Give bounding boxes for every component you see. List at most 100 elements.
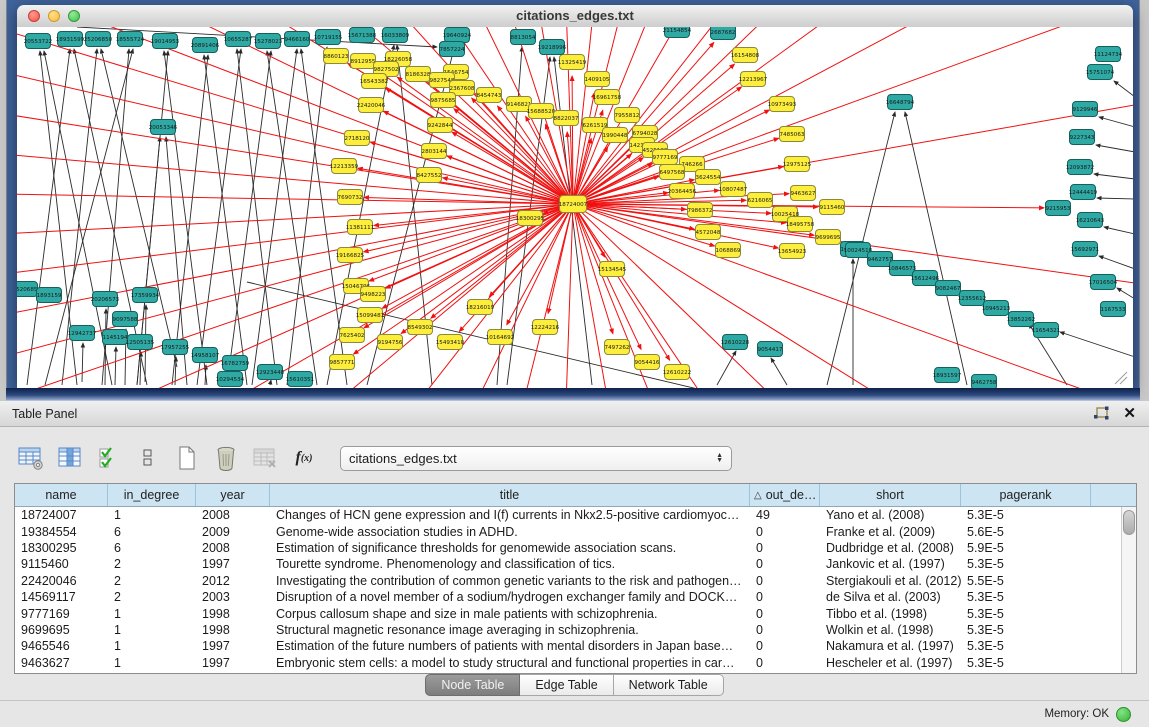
table-row[interactable]: 969969511998Structural magnetic resonanc… [15,622,1136,638]
graph-node[interactable]: 10973493 [768,97,797,112]
graph-node[interactable]: 12942737 [68,326,97,341]
graph-node[interactable]: 9857771 [330,355,355,370]
graph-node[interactable]: 10294534 [216,372,245,387]
graph-node[interactable]: 12224216 [531,320,560,335]
table-row[interactable]: 2242004622012Investigating the contribut… [15,573,1136,589]
tab-network-table[interactable]: Network Table [614,674,724,696]
column-header-out_de[interactable]: △out_de… [750,484,820,506]
table-row[interactable]: 1830029562008Estimation of significance … [15,540,1136,556]
graph-node[interactable]: 9242844 [428,118,453,133]
graph-node[interactable]: 15493410 [436,335,465,350]
graph-node[interactable]: 6216065 [748,193,773,208]
column-header-name[interactable]: name [15,484,108,506]
graph-node[interactable]: 20053346 [149,120,178,135]
graph-node[interactable]: 3624554 [696,170,721,185]
graph-node[interactable]: 12444419 [1069,185,1098,200]
graph-node[interactable]: 9498223 [361,287,386,302]
graph-node[interactable]: 9082467 [936,281,961,296]
graph-node[interactable]: 16033809 [381,28,410,43]
graph-node[interactable]: 12213967 [739,72,768,87]
graph-node[interactable]: 16782759 [221,356,250,371]
graph-node[interactable]: 6497568 [660,165,685,180]
graph-node[interactable]: 14958107 [191,348,220,363]
graph-node[interactable]: 11654321 [1032,323,1061,338]
graph-node[interactable]: 15278023 [254,34,283,49]
graph-node[interactable]: 10807487 [719,182,748,197]
graph-node[interactable]: 21154854 [663,27,692,38]
column-header-in_degree[interactable]: in_degree [108,484,196,506]
delete-table-icon[interactable] [252,445,278,471]
graph-node[interactable]: 8822037 [554,111,579,126]
graph-node[interactable]: 4572048 [696,225,721,240]
graph-node[interactable]: 15610351 [286,372,315,387]
graph-node[interactable]: 19166825 [336,248,365,263]
graph-node[interactable]: 12610222 [663,365,691,380]
graph-node[interactable]: 19014953 [151,34,180,49]
graph-node[interactable]: 20364456 [668,184,697,199]
table-row[interactable]: 911546021997Tourette syndrome. Phenomeno… [15,556,1136,572]
table-row[interactable]: 1938455462009Genome-wide association stu… [15,523,1136,539]
graph-node[interactable]: 9115460 [820,200,845,215]
graph-node[interactable]: 17957255 [161,340,190,355]
show-columns-icon[interactable] [57,445,83,471]
graph-node[interactable]: 22420046 [357,98,386,113]
column-header-year[interactable]: year [196,484,270,506]
table-row[interactable]: 977716911998Corpus callosum shape and si… [15,605,1136,621]
graph-node[interactable]: 1990448 [603,128,628,143]
minimize-window-button[interactable] [48,10,60,22]
graph-node[interactable]: 8549302 [408,320,433,335]
graph-node[interactable]: 2687682 [711,27,736,40]
graph-node[interactable]: 11124734 [1094,47,1123,62]
table-selector-dropdown[interactable]: citations_edges.txt ▲▼ [340,446,732,471]
graph-node[interactable]: 16154808 [731,48,760,63]
graph-node[interactable]: 20891406 [191,38,220,53]
graph-node[interactable]: 7497262 [605,340,630,355]
graph-node[interactable]: 9097588 [113,312,138,327]
graph-node[interactable]: 25206850 [84,32,113,47]
graph-node[interactable]: 10945213 [982,301,1011,316]
graph-node[interactable]: 12213359 [330,159,359,174]
graph-node[interactable]: 15751074 [1086,65,1115,80]
graph-node[interactable]: 13852262 [1007,312,1035,327]
graph-node[interactable]: 18300295 [516,211,545,226]
column-header-short[interactable]: short [820,484,961,506]
table-settings-icon[interactable] [18,445,44,471]
graph-node[interactable]: 8860123 [324,49,349,64]
graph-node[interactable]: 2718120 [345,131,370,146]
graph-node[interactable]: 18724007 [559,196,588,213]
graph-node[interactable]: 9227343 [1070,130,1095,145]
graph-node[interactable]: 19640924 [443,28,472,43]
graph-node[interactable]: 12923448 [256,365,285,380]
row-height-icon[interactable] [135,445,161,471]
graph-node[interactable]: 9777169 [653,150,678,165]
graph-node[interactable]: 12610228 [721,335,750,350]
graph-node[interactable]: 15688520 [527,104,556,119]
graph-node[interactable]: 17016504 [1089,275,1118,290]
graph-node[interactable]: 10655287 [224,32,253,47]
graph-node[interactable]: 7955812 [615,108,640,123]
float-panel-icon[interactable] [1093,406,1111,422]
graph-node[interactable]: 9054417 [758,342,783,357]
graph-node[interactable]: 1167533 [1101,302,1126,317]
graph-node[interactable]: 16210643 [1076,213,1105,228]
graph-node[interactable]: 20553722 [24,34,52,49]
graph-node[interactable]: 7485063 [780,127,805,142]
graph-node[interactable]: 10164692 [486,330,514,345]
memory-status-indicator[interactable] [1116,707,1131,722]
graph-node[interactable]: 16961758 [593,90,622,105]
table-row[interactable]: 1456911722003Disruption of a novel membe… [15,589,1136,605]
graph-node[interactable]: 15692971 [1071,242,1100,257]
graph-node[interactable]: 1893159 [37,288,62,303]
column-header-title[interactable]: title [270,484,750,506]
graph-node[interactable]: 9462758 [972,375,997,389]
graph-node[interactable]: 2520685 [17,282,38,297]
graph-node[interactable]: 12975125 [783,157,812,172]
graph-node[interactable]: 18216019 [466,300,495,315]
graph-node[interactable]: 1068869 [716,243,741,258]
graph-node[interactable]: 16648794 [886,95,915,110]
graph-node[interactable]: 20206573 [91,292,120,307]
graph-node[interactable]: 16543382 [360,74,388,89]
graph-node[interactable]: 15134545 [598,262,627,277]
graph-node[interactable]: 1409105 [585,72,610,87]
network-canvas[interactable]: 1872400788601238912955182260589827502165… [17,27,1133,388]
